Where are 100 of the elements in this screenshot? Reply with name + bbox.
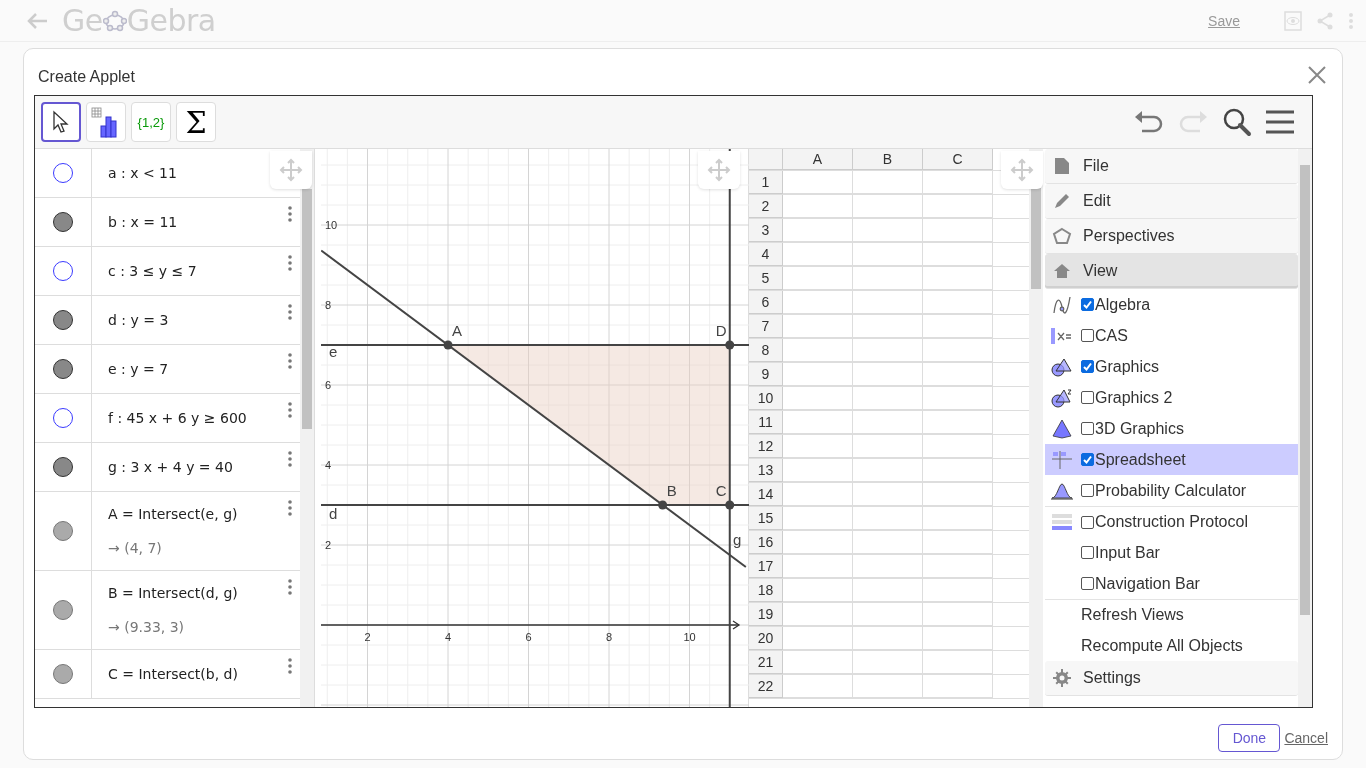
spreadsheet-cell[interactable]: [923, 291, 993, 314]
view-menu-item[interactable]: Input Bar: [1045, 537, 1298, 568]
visibility-toggle[interactable]: [53, 521, 73, 541]
spreadsheet-cell[interactable]: [923, 603, 993, 626]
row-header[interactable]: 8: [749, 339, 783, 362]
spreadsheet-cell[interactable]: [853, 171, 923, 194]
row-header[interactable]: 19: [749, 603, 783, 626]
spreadsheet-cell[interactable]: [853, 315, 923, 338]
spreadsheet-cell[interactable]: [923, 315, 993, 338]
column-header[interactable]: A: [783, 149, 853, 170]
spreadsheet-cell[interactable]: [853, 411, 923, 434]
row-header[interactable]: 20: [749, 627, 783, 650]
visibility-toggle[interactable]: [53, 212, 73, 232]
spreadsheet-cell[interactable]: [853, 483, 923, 506]
sum-tool-button[interactable]: Σ: [176, 102, 216, 142]
spreadsheet-cell[interactable]: [923, 195, 993, 218]
more-icon[interactable]: [1348, 11, 1354, 30]
spreadsheet-cell[interactable]: [853, 219, 923, 242]
spreadsheet-cell[interactable]: [783, 195, 853, 218]
spreadsheet-cell[interactable]: [783, 507, 853, 530]
row-header[interactable]: 10: [749, 387, 783, 410]
scrollbar[interactable]: [1029, 149, 1043, 707]
scrollbar[interactable]: [1298, 149, 1312, 707]
spreadsheet-cell[interactable]: [853, 507, 923, 530]
algebra-definition[interactable]: e : y = 7: [108, 361, 169, 377]
spreadsheet-cell[interactable]: [853, 459, 923, 482]
spreadsheet-cell[interactable]: [783, 459, 853, 482]
spreadsheet-cell[interactable]: [853, 387, 923, 410]
row-header[interactable]: 3: [749, 219, 783, 242]
spreadsheet-cell[interactable]: [853, 363, 923, 386]
spreadsheet-cell[interactable]: [923, 219, 993, 242]
visibility-toggle[interactable]: [53, 408, 73, 428]
spreadsheet-cell[interactable]: [853, 531, 923, 554]
spreadsheet-cell[interactable]: [923, 627, 993, 650]
row-header[interactable]: 13: [749, 459, 783, 482]
spreadsheet-cell[interactable]: [923, 363, 993, 386]
spreadsheet-cell[interactable]: [923, 459, 993, 482]
spreadsheet-cell[interactable]: [783, 579, 853, 602]
algebra-definition[interactable]: a : x < 11: [108, 165, 177, 181]
spreadsheet-cell[interactable]: [853, 339, 923, 362]
spreadsheet-cell[interactable]: [853, 243, 923, 266]
visibility-toggle[interactable]: [53, 664, 73, 684]
undo-icon[interactable]: [1134, 109, 1164, 135]
checkbox[interactable]: [1081, 484, 1094, 497]
search-icon[interactable]: [1222, 107, 1252, 137]
row-header[interactable]: 6: [749, 291, 783, 314]
row-header[interactable]: 11: [749, 411, 783, 434]
spreadsheet-cell[interactable]: [853, 195, 923, 218]
spreadsheet-cell[interactable]: [783, 651, 853, 674]
menu-item[interactable]: File: [1045, 149, 1298, 184]
row-header[interactable]: 14: [749, 483, 783, 506]
checkbox[interactable]: [1081, 546, 1094, 559]
spreadsheet-cell[interactable]: [853, 579, 923, 602]
spreadsheet-cell[interactable]: [783, 387, 853, 410]
move-handle[interactable]: [698, 151, 740, 189]
algebra-definition[interactable]: d : y = 3: [108, 312, 169, 328]
column-header[interactable]: B: [853, 149, 923, 170]
algebra-definition[interactable]: g : 3 x + 4 y = 40: [108, 459, 233, 475]
spreadsheet-cell[interactable]: [853, 555, 923, 578]
spreadsheet-cell[interactable]: [853, 627, 923, 650]
spreadsheet-cell[interactable]: [783, 171, 853, 194]
spreadsheet-cell[interactable]: [923, 507, 993, 530]
row-header[interactable]: 15: [749, 507, 783, 530]
spreadsheet-cell[interactable]: [853, 435, 923, 458]
spreadsheet-cell[interactable]: [783, 627, 853, 650]
statistics-tool-button[interactable]: [86, 102, 126, 142]
row-header[interactable]: 9: [749, 363, 783, 386]
algebra-definition[interactable]: b : x = 11: [108, 214, 178, 230]
view-menu-item[interactable]: 3D Graphics: [1045, 413, 1298, 444]
spreadsheet-cell[interactable]: [783, 291, 853, 314]
spreadsheet-cell[interactable]: [923, 651, 993, 674]
spreadsheet-cell[interactable]: [923, 675, 993, 698]
view-menu-item[interactable]: Probability Calculator: [1045, 475, 1298, 506]
spreadsheet-cell[interactable]: [783, 219, 853, 242]
visibility-toggle[interactable]: [53, 310, 73, 330]
spreadsheet-cell[interactable]: [783, 315, 853, 338]
visibility-toggle[interactable]: [53, 359, 73, 379]
redo-icon[interactable]: [1178, 109, 1208, 135]
spreadsheet-cell[interactable]: [923, 171, 993, 194]
list-tool-button[interactable]: {1,2}: [131, 102, 171, 142]
algebra-definition[interactable]: B = Intersect(d, g): [108, 585, 238, 601]
checkbox[interactable]: [1081, 577, 1094, 590]
menu-icon[interactable]: [1266, 110, 1294, 134]
share-icon[interactable]: [1316, 11, 1334, 30]
row-header[interactable]: 16: [749, 531, 783, 554]
pointer-tool-button[interactable]: [41, 102, 81, 142]
row-header[interactable]: 7: [749, 315, 783, 338]
move-handle[interactable]: [1001, 151, 1043, 189]
view-menu-item[interactable]: Spreadsheet: [1045, 444, 1298, 475]
spreadsheet-cell[interactable]: [923, 579, 993, 602]
done-button[interactable]: Done: [1218, 724, 1281, 752]
spreadsheet-cell[interactable]: [783, 243, 853, 266]
checkbox[interactable]: [1081, 298, 1094, 311]
spreadsheet-cell[interactable]: [853, 267, 923, 290]
menu-item[interactable]: Recompute All Objects: [1045, 630, 1298, 661]
spreadsheet-cell[interactable]: [853, 603, 923, 626]
menu-item[interactable]: Edit: [1045, 184, 1298, 219]
view-menu-item[interactable]: Construction Protocol: [1045, 506, 1298, 537]
row-header[interactable]: 1: [749, 171, 783, 194]
spreadsheet-cell[interactable]: [783, 603, 853, 626]
